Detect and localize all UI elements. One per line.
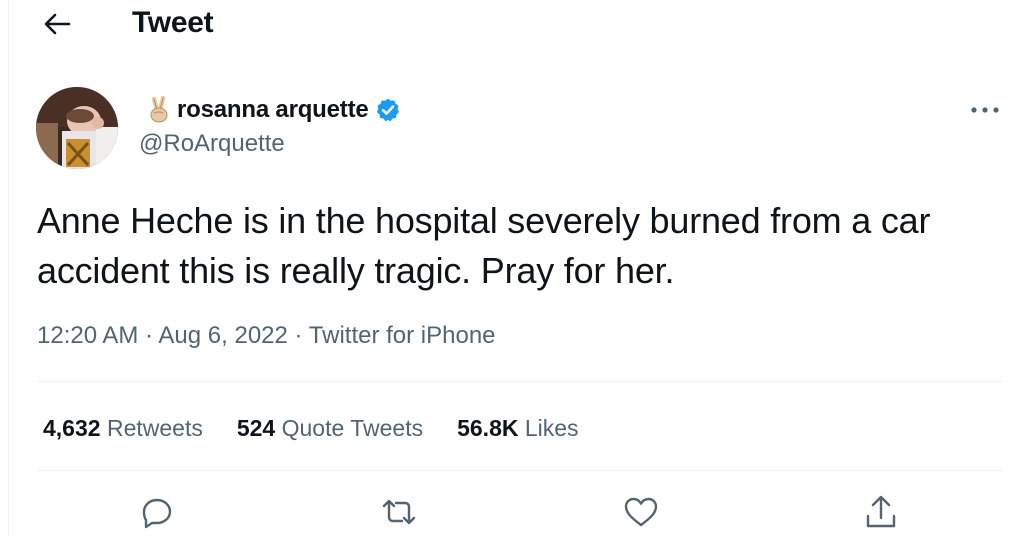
- divider: [37, 381, 1003, 382]
- retweets-stat[interactable]: 4,632 Retweets: [43, 412, 203, 444]
- retweet-button[interactable]: [377, 490, 421, 534]
- reply-button[interactable]: [135, 490, 179, 534]
- like-icon: [624, 497, 658, 527]
- quote-tweets-count: 524: [236, 415, 276, 441]
- likes-stat[interactable]: 56.8K Likes: [457, 412, 578, 444]
- arrow-left-icon: [44, 13, 71, 35]
- quote-tweets-label: Quote Tweets: [281, 415, 424, 441]
- share-button[interactable]: [859, 490, 903, 534]
- like-button[interactable]: [619, 490, 663, 534]
- tweet-time[interactable]: 12:20 AM: [37, 322, 138, 349]
- tweet-meta: 12:20 AM · Aug 6, 2022 · Twitter for iPh…: [37, 320, 496, 352]
- likes-count: 56.8K: [457, 415, 519, 441]
- reply-icon: [142, 498, 172, 529]
- tweet-date[interactable]: Aug 6, 2022: [158, 322, 287, 349]
- divider: [37, 470, 1003, 471]
- meta-separator: ·: [145, 322, 154, 349]
- tweet-stats: 4,632 Retweets 524 Quote Tweets 56.8K Li…: [43, 412, 613, 444]
- avatar-image: [36, 87, 118, 169]
- author-handle[interactable]: @RoArquette: [139, 128, 285, 160]
- author-name-link[interactable]: rosanna arquette: [147, 94, 403, 126]
- retweet-icon: [382, 499, 416, 525]
- more-dots-icon: [971, 107, 999, 113]
- retweets-count: 4,632: [43, 415, 101, 441]
- tweet-detail-page: Tweet rosanna arquette @RoArquette Anne …: [8, 0, 1024, 536]
- page-title: Tweet: [132, 6, 214, 39]
- tweet-text: Anne Heche is in the hospital severely b…: [37, 200, 931, 291]
- back-button[interactable]: [39, 6, 75, 42]
- more-options-button[interactable]: [965, 96, 1005, 124]
- retweets-label: Retweets: [106, 415, 203, 441]
- quote-tweets-stat[interactable]: 524 Quote Tweets: [237, 412, 423, 444]
- verified-badge-icon: [375, 96, 403, 124]
- meta-separator: ·: [294, 322, 303, 349]
- tweet-source[interactable]: Twitter for iPhone: [309, 322, 496, 349]
- share-icon: [866, 495, 896, 528]
- author-name: rosanna arquette: [177, 96, 369, 123]
- likes-label: Likes: [524, 415, 579, 441]
- victory-hand-emoji-icon: [147, 96, 173, 124]
- avatar[interactable]: [36, 87, 118, 169]
